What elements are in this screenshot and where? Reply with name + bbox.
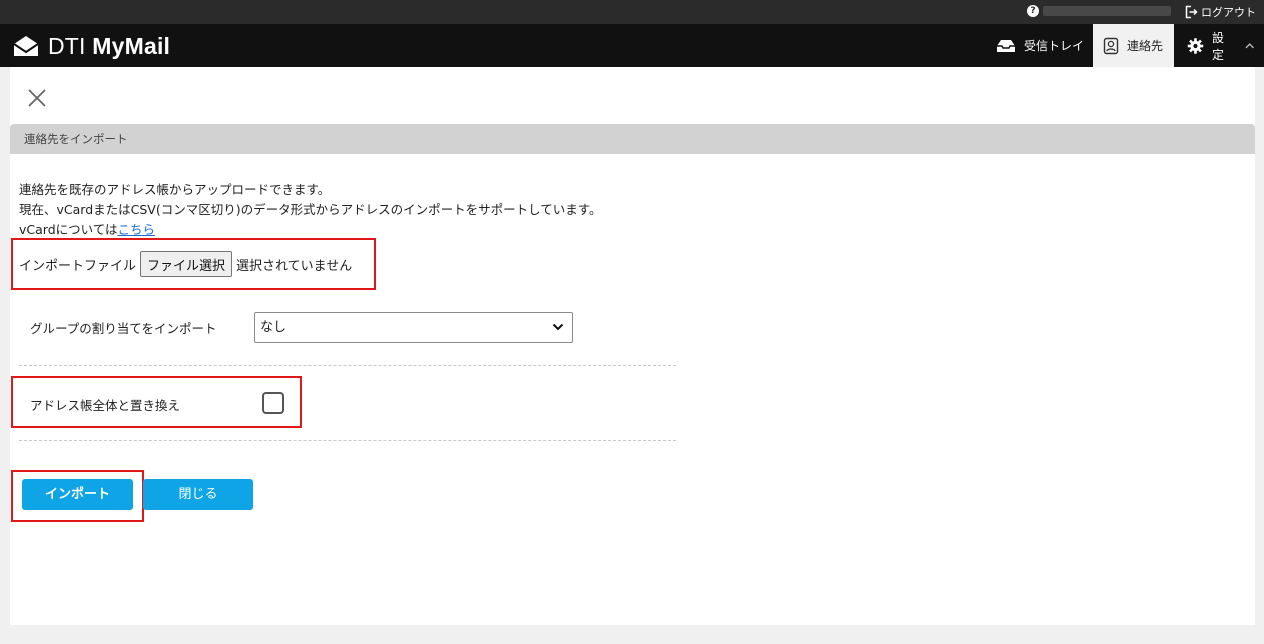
group-import-label: グループの割り当てをインポート [30,321,217,336]
vcard-info: vCardについてはこちら [19,219,155,238]
gear-icon [1187,37,1204,54]
replace-addressbook-checkbox[interactable] [262,392,284,414]
logo-prefix: DTI [48,32,86,59]
question-circle-icon[interactable]: ? [1027,5,1039,17]
account-email-redacted [1043,6,1171,16]
divider [19,365,676,366]
logout-icon [1185,5,1198,19]
contacts-icon [1103,37,1119,54]
app-header: DTI MyMail 受信トレイ 連絡先 設定 [0,24,1264,67]
app-logo[interactable]: DTI MyMail [12,31,170,61]
choose-file-button[interactable]: ファイル選択 [140,251,233,277]
group-select-value: なし [260,320,287,335]
nav-inbox-label: 受信トレイ [1024,39,1085,53]
section-title: 連絡先をインポート [10,124,1255,154]
inbox-icon [997,39,1015,52]
vcard-info-text: vCardについては [19,222,118,237]
nav-settings-label: 設定 [1211,30,1224,62]
nav-contacts-label: 連絡先 [1127,39,1164,53]
logout-label: ログアウト [1201,6,1256,19]
divider [19,440,676,441]
top-strip: ? ログアウト [0,0,1264,24]
chevron-down-icon [552,323,564,331]
app-title: DTI MyMail [48,33,170,60]
close-button[interactable]: 閉じる [143,479,253,510]
replace-addressbook-label: アドレス帳全体と置き換え [30,398,181,413]
chevron-up-icon[interactable] [1245,42,1254,50]
nav-inbox[interactable]: 受信トレイ [986,24,1094,67]
import-button[interactable]: インポート [22,479,133,510]
logout-link[interactable]: ログアウト [1184,4,1256,20]
description-line-1: 連絡先を既存のアドレス帳からアップロードできます。 [19,182,331,197]
nav-contacts[interactable]: 連絡先 [1093,24,1174,67]
group-select[interactable]: なし [254,312,573,343]
import-file-row: インポートファイル ファイル選択 選択されていません [19,251,352,277]
description-line-2: 現在、vCardまたはCSV(コンマ区切り)のデータ形式からアドレスのインポート… [19,202,602,217]
envelope-open-icon [13,36,39,56]
nav-settings[interactable]: 設定 [1177,24,1264,67]
close-icon[interactable] [27,88,47,108]
vcard-info-link[interactable]: こちら [118,222,156,237]
logo-name: MyMail [92,32,171,59]
import-file-label: インポートファイル [19,258,137,274]
file-status: 選択されていません [236,258,353,274]
